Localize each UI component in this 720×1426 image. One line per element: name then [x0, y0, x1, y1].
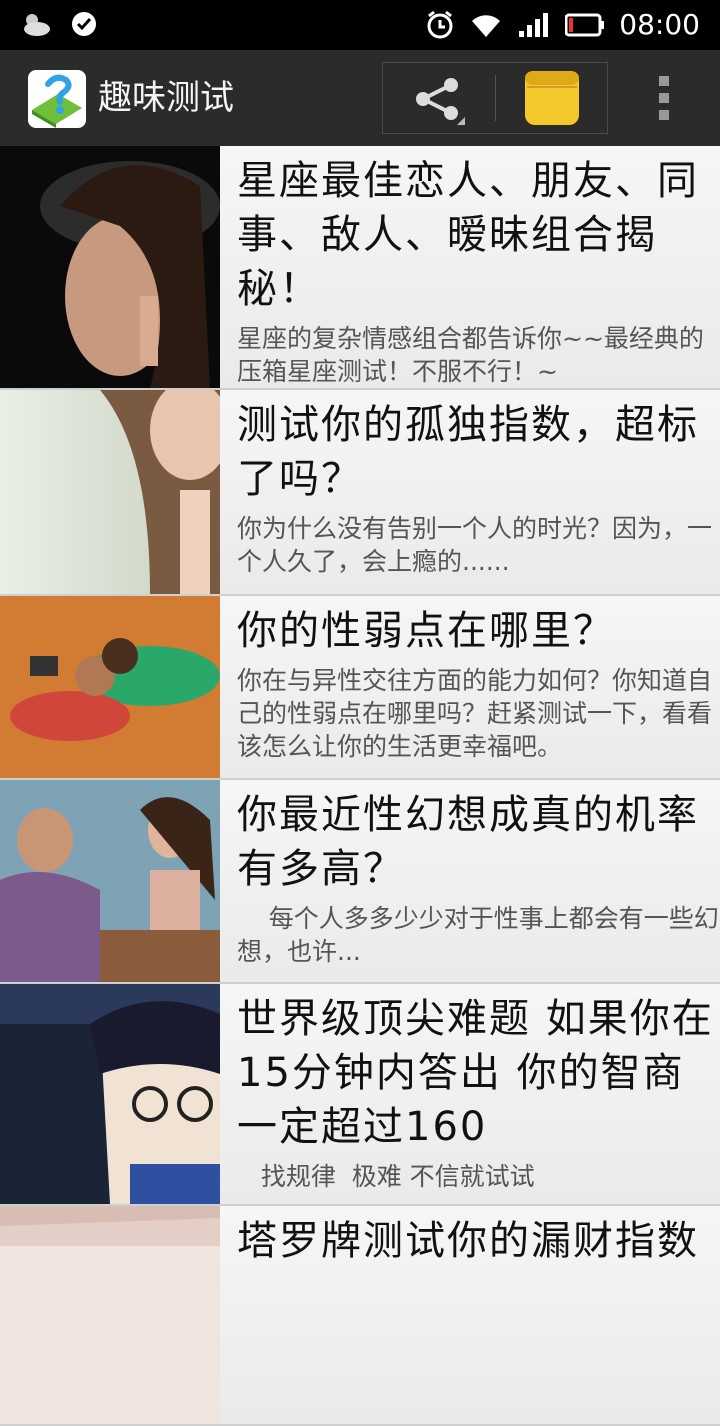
item-description: 你在与异性交往方面的能力如何？你知道自己的性弱点在哪里吗？赶紧测试一下，看看该怎…: [237, 666, 713, 761]
thumbnail-image: [0, 1206, 220, 1424]
status-time: 08:00: [619, 8, 700, 41]
app-title: 趣味测试: [98, 78, 234, 118]
thumbnail-image: [0, 390, 220, 594]
list-item[interactable]: 测试你的孤独指数，超标了吗？ 你为什么没有告别一个人的时光？因为，一个人久了，会…: [0, 390, 720, 596]
thumbnail-image: [0, 984, 220, 1204]
item-title: 你最近性幻想成真的机率有多高？: [237, 792, 699, 892]
list-item[interactable]: 世界级顶尖难题 如果你在15分钟内答出 你的智商一定超过160 找规律 极难 不…: [0, 984, 720, 1206]
item-description: 星座的复杂情感组合都告诉你~~最经典的压箱星座测试！不服不行！~: [237, 324, 704, 386]
share-icon: [416, 78, 465, 125]
thumbnail-image: [0, 146, 220, 388]
check-circle-icon: [72, 12, 96, 36]
action-divider: [495, 75, 496, 121]
thumbnail-image: [0, 596, 220, 778]
item-description: 你为什么没有告别一个人的时光？因为，一个人久了，会上瘾的......: [237, 514, 713, 576]
app-logo-icon: [28, 70, 86, 128]
action-bar: 趣味测试: [0, 50, 720, 147]
item-title: 你的性弱点在哪里？: [237, 608, 615, 654]
item-title: 世界级顶尖难题 如果你在15分钟内答出 你的智商一定超过160: [237, 996, 714, 1150]
item-title: 测试你的孤独指数，超标了吗？: [237, 402, 699, 502]
battery-icon: [565, 13, 605, 37]
list-item[interactable]: 你最近性幻想成真的机率有多高？ 每个人多多少少对于性事上都会有一些幻想，也许..…: [0, 780, 720, 984]
list-item[interactable]: 你的性弱点在哪里？ 你在与异性交往方面的能力如何？你知道自己的性弱点在哪里吗？赶…: [0, 596, 720, 780]
overflow-menu-icon: [659, 76, 669, 120]
list-item[interactable]: 星座最佳恋人、朋友、同事、敌人、暧昧组合揭秘！ 星座的复杂情感组合都告诉你~~最…: [0, 146, 720, 390]
item-title: 塔罗牌测试你的漏财指数: [237, 1218, 699, 1264]
item-description: 找规律 极难 不信就试试: [237, 1162, 535, 1191]
status-bar: 08:00: [0, 0, 720, 50]
action-group: [382, 62, 608, 134]
item-title: 星座最佳恋人、朋友、同事、敌人、暧昧组合揭秘！: [237, 158, 699, 312]
signal-icon: [519, 13, 549, 37]
share-button[interactable]: [383, 63, 495, 133]
item-description: 每个人多多少少对于性事上都会有一些幻想，也许...: [237, 904, 719, 966]
alarm-icon: [427, 10, 453, 39]
notes-icon: [525, 71, 579, 125]
notes-button[interactable]: [523, 69, 581, 127]
wifi-icon: [472, 15, 501, 37]
weather-cloud-icon: [24, 14, 50, 36]
overflow-menu-button[interactable]: [650, 70, 680, 126]
list-item[interactable]: 塔罗牌测试你的漏财指数: [0, 1206, 720, 1426]
thumbnail-image: [0, 780, 220, 982]
